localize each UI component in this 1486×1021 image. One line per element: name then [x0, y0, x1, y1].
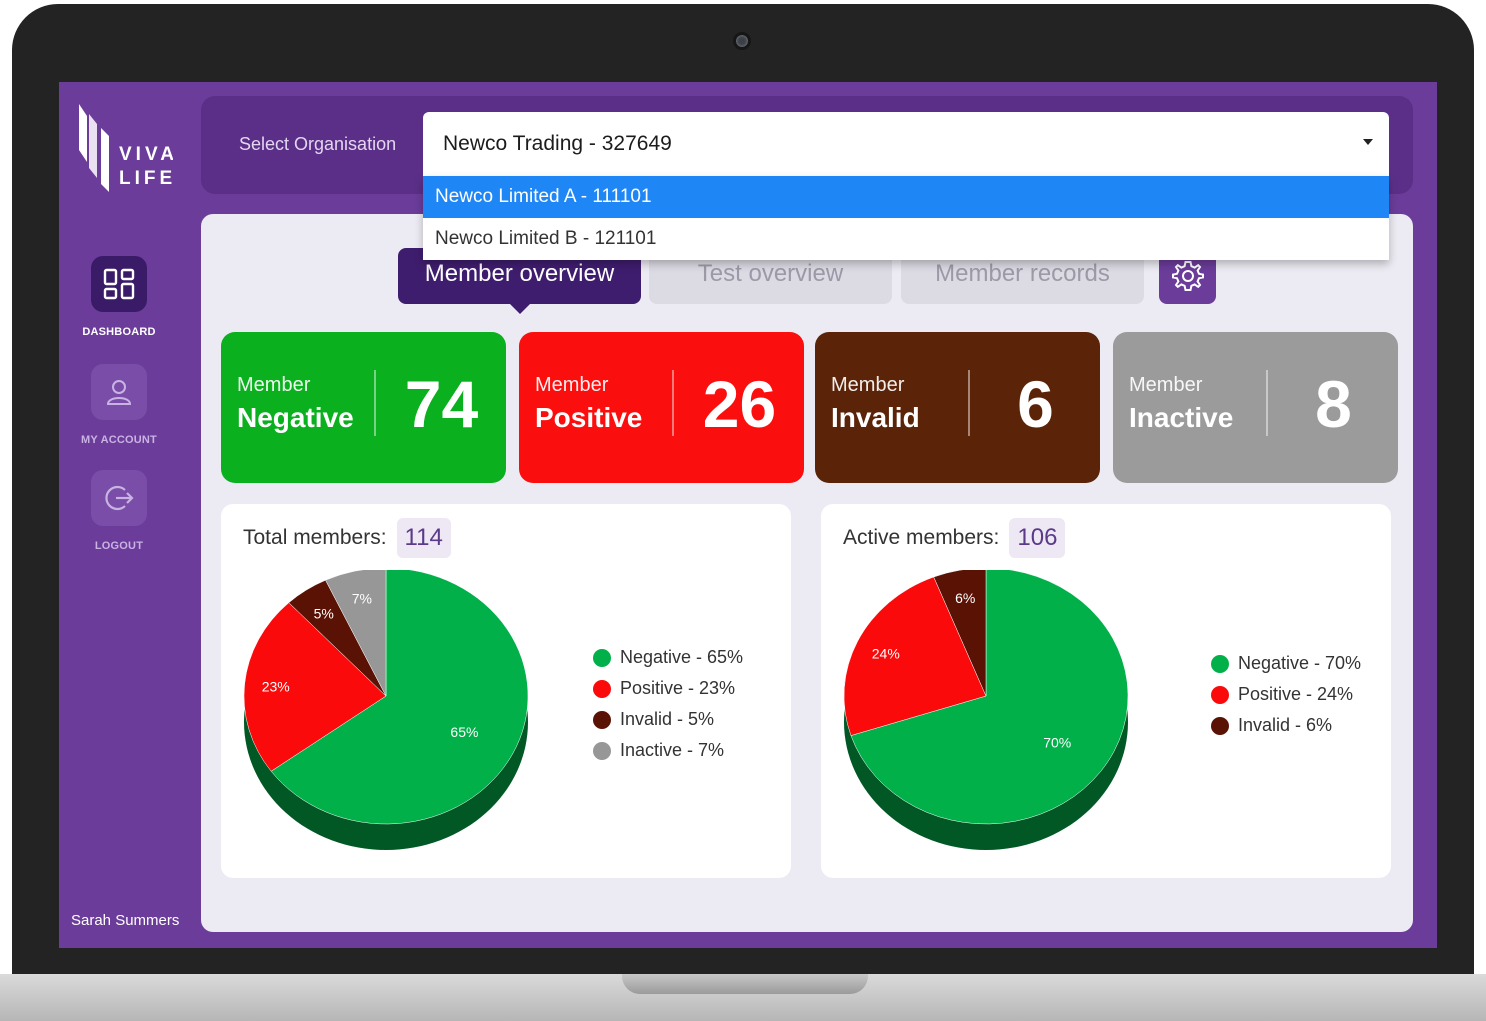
chart-heading: Total members: 114 — [243, 518, 451, 558]
org-select-label: Select Organisation — [239, 134, 397, 154]
legend-label: Positive - 23% — [620, 678, 736, 698]
stat-divider — [1266, 370, 1268, 436]
stat-value: 74 — [404, 367, 479, 441]
chevron-down-icon[interactable] — [1363, 139, 1373, 145]
user-icon — [91, 364, 147, 420]
legend-dot — [593, 679, 611, 698]
legend-label: Positive - 24% — [1238, 684, 1354, 704]
pie-value-label: 23% — [262, 679, 290, 695]
viva-life-logo: VIVA LIFE — [73, 102, 174, 197]
sidebar-item-label: LOGOUT — [94, 540, 144, 552]
webcam-icon — [733, 32, 751, 50]
legend-dot — [593, 710, 611, 729]
chart-heading-label: Active members: — [843, 526, 1000, 549]
stat-title: Negative — [237, 402, 354, 433]
pie-value-label: 7% — [352, 591, 372, 607]
legend-item: Invalid - 5% — [593, 704, 743, 735]
logout-icon — [91, 470, 147, 526]
legend-item: Negative - 70% — [1211, 648, 1361, 679]
legend-item: Inactive - 7% — [593, 735, 743, 766]
gear-icon — [1171, 261, 1204, 291]
org-dropdown-list: Newco Limited A - 111101 Newco Limited B… — [423, 176, 1389, 260]
stat-divider — [968, 370, 970, 436]
active-members-count: 106 — [1009, 518, 1066, 558]
stat-divider — [672, 370, 674, 436]
legend-item: Negative - 65% — [593, 642, 743, 673]
pie-value-label: 6% — [955, 590, 975, 606]
stat-value: 26 — [702, 367, 777, 441]
stat-caption: Member — [831, 374, 905, 396]
org-option-newco-limited-b[interactable]: Newco Limited B - 121101 — [423, 218, 1389, 260]
pie-chart-total-members: 65% 23% 5% 7% — [243, 570, 529, 850]
total-members-count: 114 — [396, 518, 451, 558]
stat-value: 8 — [1315, 367, 1352, 441]
laptop-notch — [622, 974, 868, 994]
pie-chart-active-members: 70% 24% 6% — [843, 570, 1129, 850]
stat-caption: Member — [1129, 374, 1203, 396]
org-select-value: Newco Trading - 327649 — [443, 132, 672, 155]
legend-item: Positive - 24% — [1211, 679, 1361, 710]
sidebar-item-label: MY ACCOUNT — [81, 434, 157, 446]
org-option-newco-limited-a[interactable]: Newco Limited A - 111101 — [423, 176, 1389, 218]
svg-text:LIFE: LIFE — [119, 168, 173, 189]
org-select[interactable]: Newco Trading - 327649 — [423, 112, 1389, 176]
stat-divider — [374, 370, 376, 436]
stat-card-inactive[interactable]: Member Inactive 8 — [1113, 332, 1398, 483]
legend-label: Inactive - 7% — [620, 740, 725, 760]
stat-title: Invalid — [831, 402, 920, 433]
legend-label: Negative - 65% — [620, 647, 744, 667]
legend-label: Negative - 70% — [1238, 653, 1362, 673]
chart-card-total-members: Total members: 114 65% 23% 5% 7% Negative -… — [221, 504, 791, 878]
stat-title: Inactive — [1129, 402, 1234, 433]
dashboard-panel: Member overview Test overview Member rec… — [201, 214, 1413, 932]
stat-value: 6 — [1017, 367, 1054, 441]
legend-label: Invalid - 6% — [1238, 715, 1333, 735]
legend-dot — [1211, 685, 1229, 704]
pie-value-label: 24% — [872, 645, 900, 661]
sidebar-item-logout[interactable]: LOGOUT — [59, 470, 179, 552]
pie-value-label: 65% — [450, 724, 478, 740]
svg-text:VIVA: VIVA — [119, 144, 173, 165]
legend-dot — [1211, 654, 1229, 673]
sidebar-item-dashboard[interactable]: DASHBOARD — [59, 256, 179, 338]
legend-dot — [593, 648, 611, 667]
legend-dot — [593, 741, 611, 760]
legend-item: Invalid - 6% — [1211, 710, 1361, 741]
legend-active-members: Negative - 70% Positive - 24% Invalid - … — [1211, 648, 1361, 741]
legend-dot — [1211, 716, 1229, 735]
dashboard-icon — [91, 256, 147, 312]
legend-item: Positive - 23% — [593, 673, 743, 704]
chart-card-active-members: Active members: 106 70% 24% 6% Negative - … — [821, 504, 1391, 878]
sidebar-item-label: DASHBOARD — [82, 326, 156, 338]
chart-heading-label: Total members: — [243, 526, 387, 549]
legend-label: Invalid - 5% — [620, 709, 715, 729]
user-name: Sarah Summers — [71, 912, 180, 929]
pie-value-label: 5% — [314, 605, 334, 621]
stat-card-invalid[interactable]: Member Invalid 6 — [815, 332, 1100, 483]
stat-title: Positive — [535, 402, 643, 433]
sidebar-item-my-account[interactable]: MY ACCOUNT — [59, 364, 179, 446]
stat-card-positive[interactable]: Member Positive 26 — [519, 332, 804, 483]
pie-value-label: 70% — [1043, 735, 1071, 751]
legend-total-members: Negative - 65% Positive - 23% Invalid - … — [593, 642, 743, 766]
stat-caption: Member — [237, 374, 311, 396]
stat-caption: Member — [535, 374, 609, 396]
chart-heading: Active members: 106 — [843, 518, 1066, 558]
stat-card-negative[interactable]: Member Negative 74 — [221, 332, 506, 483]
